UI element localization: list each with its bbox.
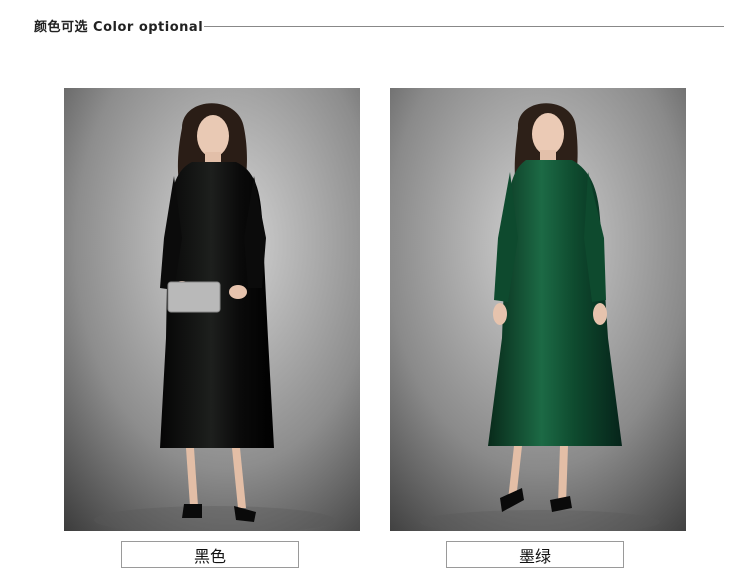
color-option-green-label: 墨绿 (518, 546, 551, 566)
model-image-black (64, 88, 360, 531)
product-photo-black[interactable] (64, 88, 360, 531)
model-image-green (390, 88, 686, 531)
section-title: 颜色可选 Color optional (34, 20, 204, 35)
color-option-black[interactable]: 黑色 (121, 541, 299, 568)
color-option-black-label: 黑色 (193, 546, 226, 566)
section-header: 颜色可选 Color optional (34, 14, 724, 38)
header-divider (204, 26, 724, 27)
product-photo-green[interactable] (390, 88, 686, 531)
color-option-green[interactable]: 墨绿 (446, 541, 624, 568)
